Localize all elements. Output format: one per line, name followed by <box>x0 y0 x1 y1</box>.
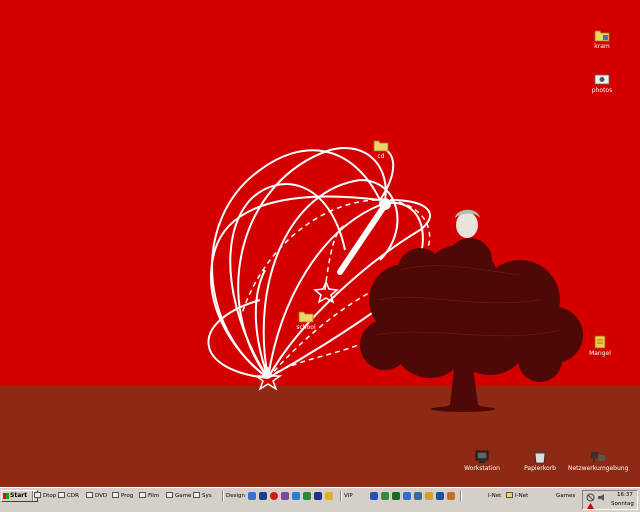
app-icon[interactable] <box>281 492 289 500</box>
folder-icon <box>139 492 146 498</box>
taskbar: Start Dtop CDR DVD Prog Film Game Sys De… <box>0 487 640 512</box>
toolbar-item-dvd[interactable]: DVD <box>86 491 107 501</box>
desktop-icon-kram[interactable]: kram <box>572 28 632 50</box>
desktop-icon-workstation[interactable]: Workstation <box>452 450 512 472</box>
desktop-icon-papierkorb[interactable]: Papierkorb <box>510 450 570 472</box>
desktop-icon-photos[interactable]: photos <box>572 72 632 94</box>
folder-icon <box>34 492 41 498</box>
windows-flag-icon <box>3 493 9 499</box>
app-icon[interactable] <box>325 492 333 500</box>
network-tray-icon[interactable] <box>586 493 595 502</box>
desktop-icon-cd[interactable]: cd <box>351 138 411 160</box>
dvd-icon <box>86 492 93 498</box>
cd-icon <box>58 492 65 498</box>
app-icon[interactable] <box>436 492 444 500</box>
app-icon[interactable] <box>270 492 278 500</box>
network-icon <box>591 452 605 463</box>
toolbar-label-games[interactable]: Games <box>556 491 575 501</box>
app-icon[interactable] <box>392 492 400 500</box>
desktop: kram photos cd school Mangel Workstation… <box>0 0 640 487</box>
app-icon[interactable] <box>370 492 378 500</box>
system-tray: 16:37 Sonntag <box>582 490 638 510</box>
app-icon[interactable] <box>292 492 300 500</box>
folder-icon <box>112 492 119 498</box>
folder-icon <box>506 492 513 498</box>
clock-day: Sonntag <box>611 501 634 507</box>
app-icon[interactable] <box>414 492 422 500</box>
app-icon[interactable] <box>447 492 455 500</box>
toolbar-item-game[interactable]: Game <box>166 491 191 501</box>
photos-icon <box>594 74 610 85</box>
app-icon[interactable] <box>403 492 411 500</box>
folder-icon <box>298 311 314 323</box>
monitor-icon <box>475 450 489 463</box>
desktop-icon-school[interactable]: school <box>276 309 336 331</box>
folder-icon <box>594 30 610 42</box>
app-icon[interactable] <box>314 492 322 500</box>
wallpaper-art <box>207 147 583 412</box>
clock-time[interactable]: 16:37 <box>617 492 633 498</box>
toolbar-label-vip[interactable]: VIP <box>344 491 353 501</box>
toolbar-item-sys[interactable]: Sys <box>193 491 212 501</box>
app-icon[interactable] <box>303 492 311 500</box>
toolbar-item-cdr[interactable]: CDR <box>58 491 79 501</box>
toolbar-item-film[interactable]: Film <box>139 491 159 501</box>
app-icon[interactable] <box>425 492 433 500</box>
folder-icon <box>193 492 200 498</box>
toolbar-item-inet[interactable]: I-Net <box>506 491 528 501</box>
toolbar-item-prog[interactable]: Prog <box>112 491 133 501</box>
app-icon[interactable] <box>381 492 389 500</box>
trash-icon <box>534 451 546 464</box>
pencil-drawing <box>337 198 391 275</box>
antivirus-tray-icon[interactable] <box>586 502 595 510</box>
toolbar-label-design[interactable]: Design <box>226 491 245 501</box>
desktop-icon-mangel[interactable]: Mangel <box>570 335 630 357</box>
app-icon[interactable] <box>259 492 267 500</box>
folder-icon <box>166 492 173 498</box>
toolbar-label-inet[interactable]: I-Net <box>488 491 501 501</box>
speaker-tray-icon[interactable] <box>597 493 606 502</box>
desktop-icon-netzwerkumgebung[interactable]: Netzwerkumgebung <box>568 450 628 472</box>
document-icon <box>594 335 606 349</box>
toolbar-item-dtop[interactable]: Dtop <box>34 491 56 501</box>
app-icon[interactable] <box>248 492 256 500</box>
folder-icon <box>373 140 389 152</box>
tree-drawing <box>360 238 583 412</box>
